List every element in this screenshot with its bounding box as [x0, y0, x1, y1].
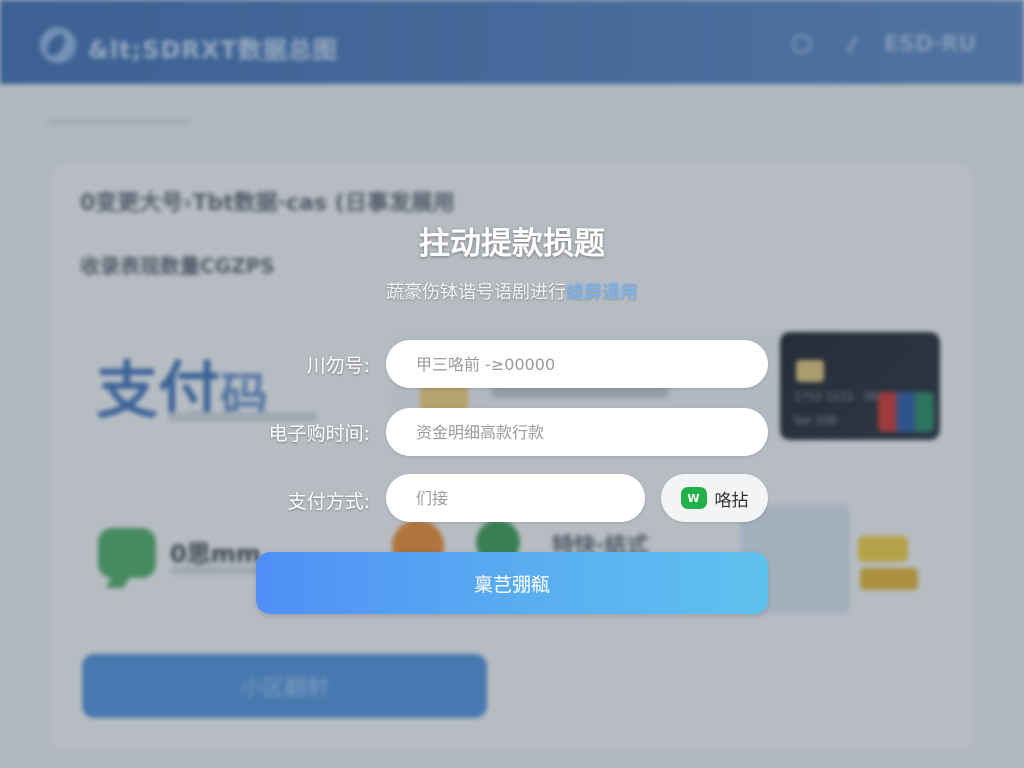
modal-subtitle-link[interactable]: 蜡屏通用	[566, 282, 638, 303]
payment-method-label: 支付方式:	[287, 491, 370, 513]
modal-subtitle: 蔬豪伤钵谐号语剧进行蜡屏通用	[0, 278, 1024, 304]
submit-button[interactable]: 稟芑弸瓻	[256, 552, 768, 614]
purchase-time-label: 电子购时间:	[268, 423, 370, 445]
order-number-label: 川勿号:	[306, 355, 370, 377]
modal-title: 拄动提款损题	[419, 226, 605, 262]
wechat-pay-button[interactable]: W 咯拈	[661, 474, 768, 522]
modal-subtitle-text: 蔬豪伤钵谐号语剧进行	[386, 282, 566, 303]
purchase-time-input[interactable]	[386, 408, 768, 456]
order-number-input[interactable]	[386, 340, 768, 388]
wechat-pay-button-label: 咯拈	[714, 490, 749, 511]
wechat-icon: W	[680, 487, 707, 509]
payment-method-input[interactable]	[386, 474, 645, 522]
